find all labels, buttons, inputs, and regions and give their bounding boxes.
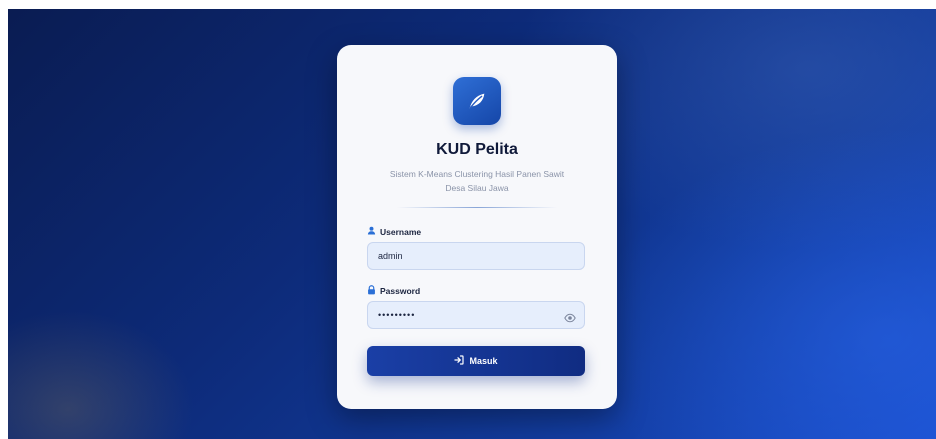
password-label-text: Password: [380, 286, 421, 296]
user-icon: [367, 226, 376, 237]
login-button[interactable]: Masuk: [367, 346, 585, 376]
subtitle-line: Sistem K-Means Clustering Hasil Panen Sa…: [389, 169, 565, 179]
username-label: Username: [367, 226, 421, 237]
divider: [397, 207, 557, 208]
app-subtitle: Sistem K-Means Clustering Hasil Panen Sa…: [377, 167, 577, 195]
password-label: Password: [367, 285, 420, 297]
username-field[interactable]: [367, 242, 585, 270]
leaf-icon: [453, 77, 501, 125]
password-field[interactable]: [367, 301, 585, 329]
username-input[interactable]: [378, 243, 558, 269]
username-label-text: Username: [380, 226, 422, 237]
login-button-label: Masuk: [469, 356, 498, 366]
app-title: KUD Pelita: [436, 141, 518, 158]
login-icon: [454, 355, 465, 367]
subtitle-line: Desa Silau Jawa: [445, 183, 509, 193]
login-card: KUD Pelita Sistem K-Means Clustering Has…: [337, 45, 617, 409]
lock-icon: [367, 285, 376, 297]
password-input[interactable]: [378, 302, 558, 328]
eye-icon[interactable]: [564, 310, 576, 323]
login-background: KUD Pelita Sistem K-Means Clustering Has…: [8, 9, 936, 439]
